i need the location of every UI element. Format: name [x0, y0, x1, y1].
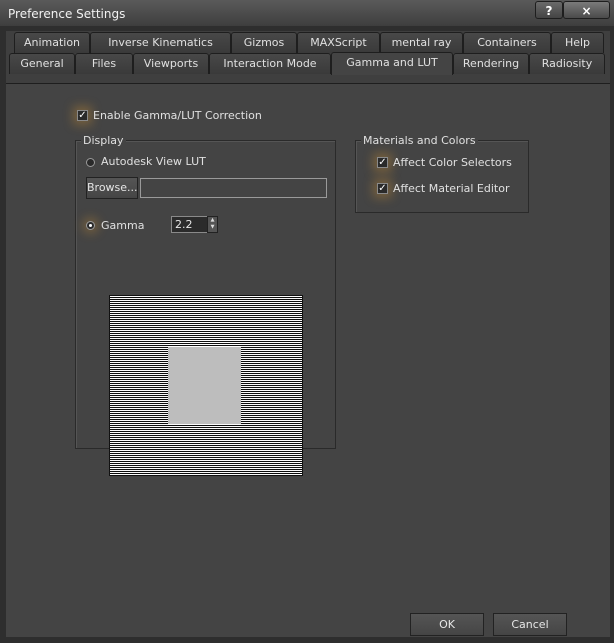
- tab-containers[interactable]: Containers: [463, 32, 551, 53]
- enable-gamma-lut-checkbox[interactable]: ✓: [77, 110, 88, 121]
- tab-interaction-mode[interactable]: Interaction Mode: [209, 53, 331, 74]
- enable-gamma-lut-label: Enable Gamma/LUT Correction: [93, 109, 262, 122]
- tab-help[interactable]: Help: [551, 32, 604, 53]
- title-bar[interactable]: Preference Settings ? ×: [0, 0, 614, 26]
- gamma-spinner-arrows[interactable]: ▲ ▼: [207, 216, 218, 233]
- affect-color-selectors-label: Affect Color Selectors: [393, 156, 512, 169]
- materials-and-colors-group: [355, 140, 529, 213]
- help-button[interactable]: ?: [535, 1, 563, 19]
- display-group-label: Display: [81, 134, 126, 147]
- autodesk-view-lut-radio[interactable]: [86, 158, 95, 167]
- tab-rendering[interactable]: Rendering: [453, 53, 529, 74]
- tab-mental-ray[interactable]: mental ray: [380, 32, 463, 53]
- tab-general[interactable]: General: [9, 53, 75, 74]
- browse-button[interactable]: Browse...: [86, 177, 138, 199]
- tab-maxscript[interactable]: MAXScript: [297, 32, 380, 53]
- autodesk-view-lut-label: Autodesk View LUT: [101, 155, 206, 168]
- cancel-button[interactable]: Cancel: [493, 613, 567, 636]
- affect-color-selectors-checkbox[interactable]: ✓: [377, 157, 388, 168]
- tab-files[interactable]: Files: [75, 53, 133, 74]
- preference-settings-window: Preference Settings ? × Animation Invers…: [0, 0, 614, 643]
- ok-button[interactable]: OK: [410, 613, 484, 636]
- gamma-lut-panel: ✓ Enable Gamma/LUT Correction Display Au…: [6, 83, 610, 637]
- affect-material-editor-checkbox[interactable]: ✓: [377, 183, 388, 194]
- gamma-reference-square: [168, 347, 241, 424]
- tab-viewports[interactable]: Viewports: [133, 53, 209, 74]
- close-button[interactable]: ×: [563, 1, 610, 19]
- lut-path-field[interactable]: [140, 178, 327, 198]
- tab-gamma-and-lut[interactable]: Gamma and LUT: [331, 52, 453, 75]
- window-title: Preference Settings: [8, 7, 126, 21]
- gamma-label: Gamma: [101, 219, 145, 232]
- gamma-value-field[interactable]: 2.2: [171, 216, 208, 233]
- tab-animation[interactable]: Animation: [14, 32, 90, 53]
- materials-and-colors-label: Materials and Colors: [361, 134, 478, 147]
- gamma-preview-image: [109, 295, 303, 476]
- tab-gizmos[interactable]: Gizmos: [231, 32, 297, 53]
- tab-radiosity[interactable]: Radiosity: [529, 53, 605, 74]
- dialog-client-area: Animation Inverse Kinematics Gizmos MAXS…: [6, 31, 610, 637]
- gamma-radio[interactable]: [86, 221, 95, 230]
- affect-material-editor-label: Affect Material Editor: [393, 182, 510, 195]
- tab-inverse-kinematics[interactable]: Inverse Kinematics: [90, 32, 231, 53]
